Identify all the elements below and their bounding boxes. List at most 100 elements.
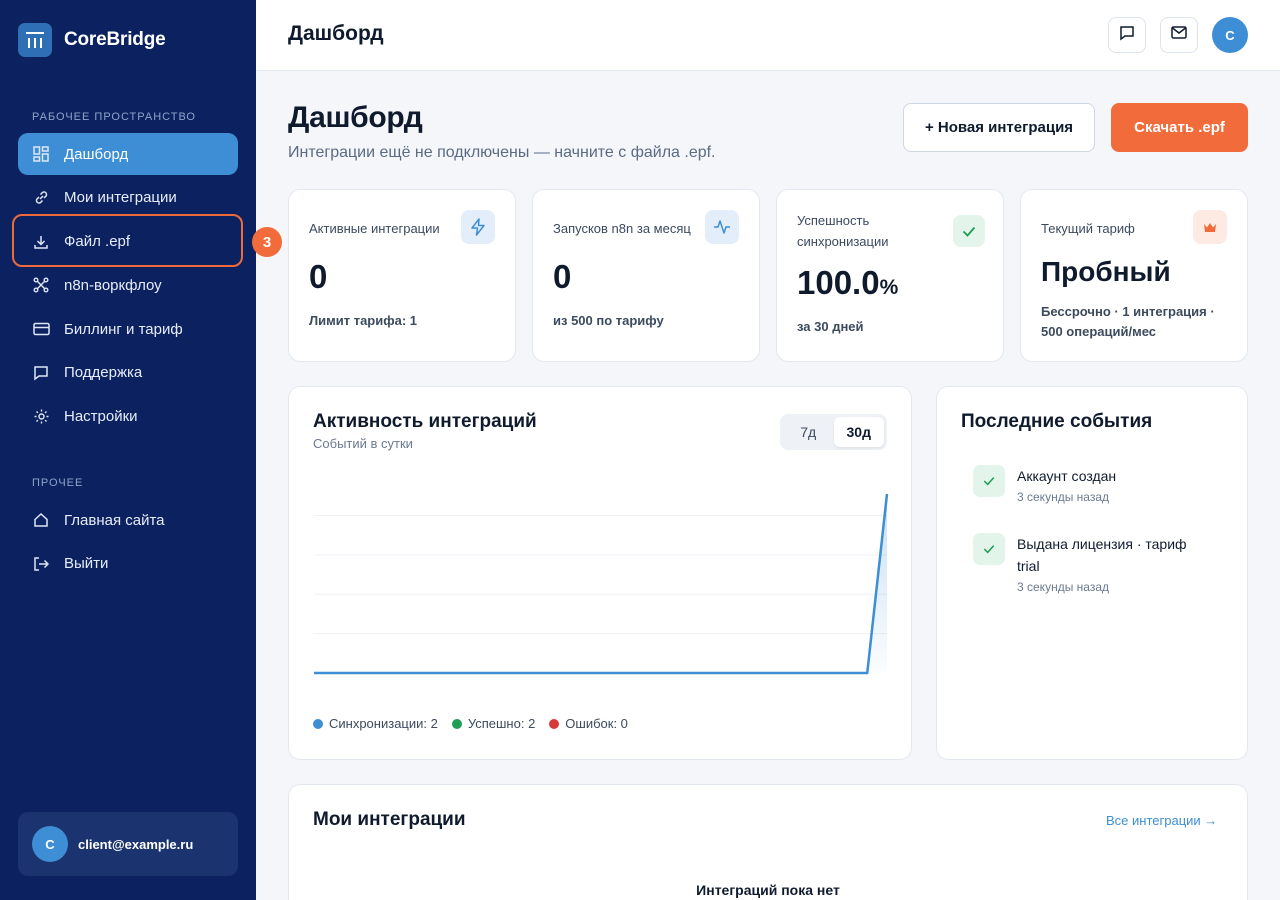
stat-note: Лимит тарифа: 1 (309, 313, 418, 328)
check-icon (953, 215, 985, 247)
chat-icon (32, 364, 50, 382)
sidebar-item-label: Поддержка (64, 364, 143, 382)
activity-card: Активность интеграций Событий в сутки 7д… (288, 386, 912, 760)
sidebar-item-dashboard[interactable]: Дашборд (18, 133, 238, 175)
section-label-other: ПРОЧЕЕ (32, 477, 84, 489)
range-switcher: 7д 30д (780, 414, 887, 450)
chat-icon (1119, 25, 1135, 46)
credit-card-icon (32, 320, 50, 338)
sidebar-item-label: Выйти (64, 555, 109, 573)
stat-card-active-integrations: Активные интеграции 0 Лимит тарифа: 1 (288, 189, 516, 362)
legend-label: Ошибок: 0 (565, 716, 628, 731)
avatar[interactable]: C (1212, 17, 1248, 53)
stat-card-sync-success: Успешность синхронизации 100.0% за 30 дн… (776, 189, 1004, 362)
sidebar-item-label: Настройки (64, 408, 138, 426)
empty-state-title: Интеграций пока нет (696, 882, 840, 898)
download-epf-button[interactable]: Скачать .epf (1111, 103, 1248, 152)
step-badge: 3 (252, 227, 282, 257)
activity-subtitle: Событий в сутки (313, 436, 413, 451)
stat-note: за 30 дней (797, 319, 864, 334)
sidebar-item-label: Мои интеграции (64, 189, 177, 207)
chart-line-sync (314, 493, 889, 675)
stat-note: Бессрочно · 1 интеграция · 500 операций/… (1041, 304, 1215, 339)
avatar: C (32, 826, 68, 862)
events-card: Последние события Аккаунт создан 3 секун… (936, 386, 1248, 760)
event-time: 3 секунды назад (1017, 490, 1109, 504)
crown-icon (1193, 210, 1227, 244)
new-integration-button[interactable]: + Новая интеграция (903, 103, 1095, 152)
stat-value-unit: % (879, 276, 899, 299)
check-icon (973, 465, 1005, 497)
legend-dot (451, 718, 462, 729)
bolt-icon (461, 210, 495, 244)
mail-icon (1171, 26, 1187, 44)
event-body: Аккаунт создан 3 секунды назад (1017, 465, 1207, 504)
gear-icon (32, 408, 50, 426)
home-icon (32, 511, 50, 529)
logout-icon (32, 555, 50, 573)
sidebar-item-billing[interactable]: Биллинг и тариф (18, 308, 238, 350)
brand-logo-icon (18, 23, 52, 57)
stat-label: Текущий тариф (1041, 221, 1135, 236)
mail-button[interactable] (1160, 17, 1198, 53)
stat-label: Запусков n8n за месяц (553, 221, 691, 236)
check-icon (973, 533, 1005, 565)
workflow-icon (32, 276, 50, 294)
sidebar: CoreBridge РАБОЧЕЕ ПРОСТРАНСТВО Дашборд … (0, 0, 256, 900)
brand-name: CoreBridge (64, 29, 166, 50)
event-text: Аккаунт создан (1017, 468, 1117, 484)
chart-legend: Синхронизации: 2 Успешно: 2 Ошибок: 0 (313, 716, 628, 731)
sidebar-item-settings[interactable]: Настройки (18, 396, 238, 438)
legend-item-errors: Ошибок: 0 (549, 716, 628, 731)
sidebar-item-label: n8n-воркфлоу (64, 276, 162, 294)
topbar: Дашборд C (256, 0, 1280, 71)
stat-value: 0 (309, 258, 328, 295)
integrations-title: Мои интеграции (313, 809, 466, 830)
link-icon (32, 189, 50, 207)
sidebar-item-n8n-workflow[interactable]: n8n-воркфлоу (18, 264, 238, 306)
legend-label: Синхронизации: 2 (329, 716, 438, 731)
range-30d-button[interactable]: 30д (833, 417, 884, 447)
highlight-frame (12, 214, 243, 267)
stat-label: Успешность синхронизации (797, 213, 889, 249)
sidebar-item-support[interactable]: Поддержка (18, 352, 238, 394)
all-integrations-link[interactable]: Все интеграции → (1106, 813, 1217, 828)
legend-label: Успешно: 2 (467, 716, 536, 731)
stat-card-current-plan: Текущий тариф Пробный Бессрочно · 1 инте… (1020, 189, 1248, 362)
integrations-card: Мои интеграции Все интеграции → Интеграц… (288, 784, 1248, 900)
event-item: Аккаунт создан 3 секунды назад (973, 465, 1207, 504)
range-7d-button[interactable]: 7д (783, 417, 834, 447)
sidebar-nav-other: Главная сайта Выйти (18, 499, 238, 587)
legend-dot (549, 718, 560, 729)
sidebar-item-integrations[interactable]: Мои интеграции (18, 177, 238, 219)
sidebar-nav: Дашборд Мои интеграции Файл .epf n8n-вор… (18, 133, 238, 440)
stat-card-n8n-runs: Запусков n8n за месяц 0 из 500 по тарифу (532, 189, 760, 362)
pulse-icon (705, 210, 739, 244)
event-body: Выдана лицензия · тариф trial 3 секунды … (1017, 533, 1207, 594)
sidebar-item-home[interactable]: Главная сайта (18, 499, 238, 541)
legend-dot (313, 718, 323, 729)
sidebar-item-logout[interactable]: Выйти (18, 543, 238, 585)
stat-label: Активные интеграции (309, 221, 440, 236)
stat-value: 0 (553, 258, 572, 295)
user-email: client@example.ru (78, 836, 194, 852)
event-time: 3 секунды назад (1017, 580, 1109, 594)
legend-item-success: Успешно: 2 (451, 716, 536, 731)
sidebar-item-label: Биллинг и тариф (64, 320, 183, 338)
brand[interactable]: CoreBridge (18, 23, 166, 57)
topbar-title: Дашборд (288, 22, 384, 45)
messages-button[interactable] (1108, 17, 1146, 53)
dashboard-icon (32, 145, 50, 163)
stat-note: из 500 по тарифу (553, 313, 664, 328)
sidebar-item-label: Дашборд (64, 145, 129, 163)
activity-title: Активность интеграций (313, 411, 537, 432)
event-text: Выдана лицензия · тариф trial (1017, 536, 1187, 574)
section-label-workspace: РАБОЧЕЕ ПРОСТРАНСТВО (32, 111, 196, 123)
sidebar-item-label: Главная сайта (64, 511, 165, 529)
stat-value: Пробный (1041, 256, 1171, 287)
page-title: Дашборд (288, 101, 423, 134)
user-card[interactable]: C client@example.ru (18, 812, 238, 876)
events-title: Последние события (961, 411, 1153, 432)
event-item: Выдана лицензия · тариф trial 3 секунды … (973, 533, 1207, 594)
stat-value: 100.0% (797, 264, 898, 302)
